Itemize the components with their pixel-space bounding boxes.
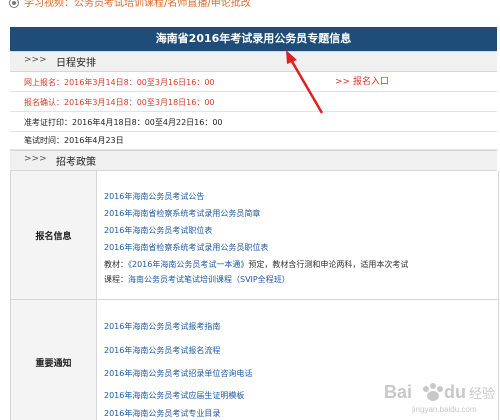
baidu-logo-icon: Bai du 经验 jingyan.baidu.com xyxy=(384,382,495,414)
svg-text:du: du xyxy=(444,382,466,402)
course-link[interactable]: 海南公务员考试笔试培训课程（SVIP全程班） xyxy=(128,275,290,284)
textbook-line: 教材：《2016年海南公务员考试一本通》预定，教材含行测和申论两科，适用本次考试 xyxy=(104,259,408,270)
schedule-row: 网上报名：2016年3月14日8：00至3月16日16：00 xyxy=(10,72,497,92)
notices-label: 重要通知 xyxy=(35,359,72,369)
registration-label-cell: 报名信息 xyxy=(11,171,97,299)
top-info-line: 学习视频：公务员考试培训课程/名师直播/申论批改 xyxy=(0,0,500,16)
link-graduate-certificate-template[interactable]: 2016年海南公务员考试应届生证明模板 xyxy=(104,390,244,401)
written-exam-time: 笔试时间：2016年4月23日 xyxy=(24,136,124,145)
registration-entry-link[interactable]: >> 报名入口 xyxy=(335,74,389,87)
baidu-jingyan-watermark: Bai du 经验 jingyan.baidu.com xyxy=(382,376,500,416)
course-line: 课程：海南公务员考试笔试培训课程（SVIP全程班） xyxy=(104,274,290,285)
svg-text:经验: 经验 xyxy=(469,386,495,402)
study-video-links[interactable]: 学习视频：公务员考试培训课程/名师直播/申论批改 xyxy=(24,0,251,9)
textbook-link[interactable]: 《2016年海南公务员考试一本通》 xyxy=(128,260,248,269)
schedule-section-header: >>> 日程安排 xyxy=(10,51,497,72)
link-position-table[interactable]: 2016年海南公务员考试职位表 xyxy=(104,225,212,236)
link-procuratorate-position-table[interactable]: 2016年海南省检察系统考试录用公务员职位表 xyxy=(104,242,268,253)
textbook-prefix: 教材： xyxy=(104,260,128,269)
schedule-row: 报名确认：2016年3月14日8：00至3月18日16：00 xyxy=(10,92,497,112)
schedule-title: 日程安排 xyxy=(56,58,96,69)
link-procuratorate-brochure[interactable]: 2016年海南省检察系统考试录用公务员简章 xyxy=(104,208,260,219)
policy-section-header: >>> 招考政策 xyxy=(10,150,497,171)
link-registration-process[interactable]: 2016年海南公务员考试报名流程 xyxy=(104,345,220,356)
svg-text:Bai: Bai xyxy=(384,382,412,402)
schedule-row: 笔试时间：2016年4月23日 xyxy=(10,132,497,150)
notices-label-cell: 重要通知 xyxy=(11,300,97,420)
link-exam-announcement[interactable]: 2016年海南公务员考试公告 xyxy=(104,191,204,202)
admission-ticket-print-time: 准考证打印：2016年4月18日8：00至4月22日16：00 xyxy=(24,118,223,127)
link-registration-guide[interactable]: 2016年海南公务员考试报考指南 xyxy=(104,321,220,332)
policy-title: 招考政策 xyxy=(56,157,96,168)
course-prefix: 课程： xyxy=(104,275,128,284)
online-registration-time: 网上报名：2016年3月14日8：00至3月16日16：00 xyxy=(24,78,215,87)
registration-label: 报名信息 xyxy=(35,232,72,242)
registration-confirm-time: 报名确认：2016年3月14日8：00至3月18日16：00 xyxy=(24,98,215,107)
textbook-suffix: 预定，教材含行测和申论两科，适用本次考试 xyxy=(248,260,409,269)
schedule-row: 准考证打印：2016年4月18日8：00至4月22日16：00 xyxy=(10,112,497,132)
bullet-icon xyxy=(9,0,19,8)
chevrons-icon: >>> xyxy=(24,55,47,65)
link-major-catalog[interactable]: 2016年海南公务员考试专业目录 xyxy=(104,408,220,419)
page-title-banner: 海南省2016年考试录用公务员专题信息 xyxy=(10,27,497,51)
watermark-url: jingyan.baidu.com xyxy=(411,405,477,414)
link-consultation-phone[interactable]: 2016年海南公务员考试招录单位咨询电话 xyxy=(104,368,252,379)
chevrons-icon: >>> xyxy=(24,154,47,164)
